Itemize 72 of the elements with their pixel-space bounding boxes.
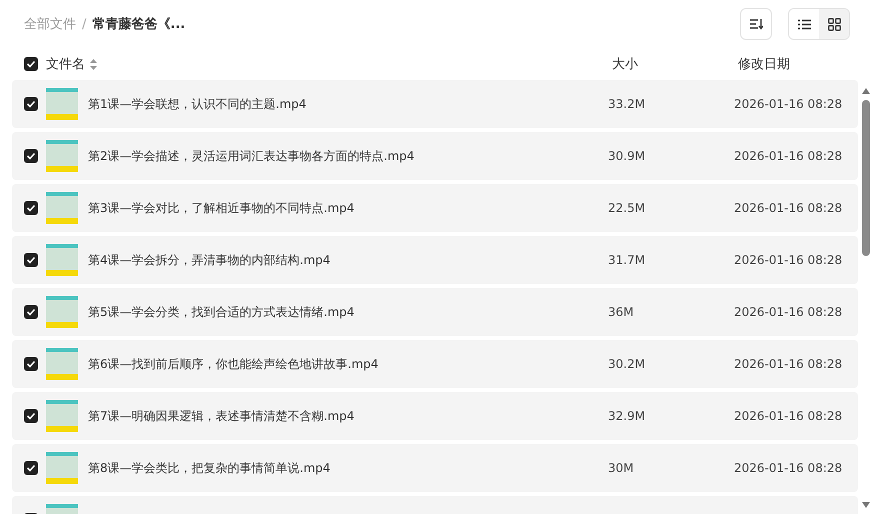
file-row[interactable]: 第3课—学会对比，了解相近事物的不同特点.mp4 22.5M 2026-01-16 08:28 <box>12 184 858 232</box>
checkmark-icon <box>26 464 36 472</box>
column-header[interactable]: 文件名 <box>46 55 85 73</box>
file-name[interactable]: 第1课—学会联想，认识不同的主题.mp4 <box>88 96 608 112</box>
file-name[interactable]: 第7课—明确因果逻辑，表述事情清楚不含糊.mp4 <box>88 408 608 424</box>
video-thumbnail <box>46 452 78 484</box>
file-row[interactable]: 第4课—学会拆分，弄清事物的内部结构.mp4 31.7M 2026-01-16 08:28 <box>12 236 858 284</box>
modified-date: 2026-01-16 08:28 <box>734 305 844 319</box>
modified-date: 2026-01-16 08:28 <box>734 409 844 423</box>
modified-date: 2026-01-16 08:28 <box>734 253 844 267</box>
select-all-checkbox[interactable] <box>24 57 38 71</box>
scroll-up-icon[interactable] <box>862 88 870 94</box>
sort-button[interactable] <box>740 8 772 40</box>
list-icon <box>798 18 810 30</box>
breadcrumb-item: 常青藤爸爸《... <box>92 16 186 33</box>
row-checkbox[interactable] <box>24 253 38 267</box>
row-checkbox[interactable] <box>24 201 38 215</box>
file-name[interactable]: 第8课—学会类比，把复杂的事情简单说.mp4 <box>88 460 608 476</box>
file-row[interactable]: 第7课—明确因果逻辑，表述事情清楚不含糊.mp4 32.9M 2026-01-16 08:28 <box>12 392 858 440</box>
file-size: 30M <box>608 461 635 475</box>
row-checkbox[interactable] <box>24 97 38 111</box>
modified-date: 2026-01-16 08:28 <box>734 97 844 111</box>
column-header[interactable]: 大小 <box>612 55 738 73</box>
file-size: 31.7M <box>608 253 646 267</box>
scrollbar-thumb[interactable] <box>862 100 870 256</box>
checkmark-icon <box>26 360 36 368</box>
checkmark-icon <box>26 100 36 108</box>
file-row[interactable]: 第1课—学会联想，认识不同的主题.mp4 33.2M 2026-01-16 08:28 <box>12 80 858 128</box>
scroll-down-icon[interactable] <box>862 502 870 508</box>
grid-icon <box>828 18 840 30</box>
row-checkbox[interactable] <box>24 409 38 423</box>
row-checkbox[interactable] <box>24 357 38 371</box>
file-name[interactable]: 第6课—找到前后顺序，你也能绘声绘色地讲故事.mp4 <box>88 356 608 372</box>
file-name[interactable]: 第3课—学会对比，了解相近事物的不同特点.mp4 <box>88 200 608 216</box>
file-size: 30.2M <box>608 357 646 371</box>
file-row[interactable]: 第8课—学会类比，把复杂的事情简单说.mp4 30M 2026-01-16 08:28 <box>12 444 858 492</box>
video-thumbnail <box>46 88 78 120</box>
checkmark-icon <box>26 204 36 212</box>
breadcrumb-separator: / <box>82 16 86 32</box>
row-checkbox[interactable] <box>24 461 38 475</box>
file-name[interactable]: 第4课—学会拆分，弄清事物的内部结构.mp4 <box>88 252 608 268</box>
video-thumbnail <box>46 192 78 224</box>
file-row[interactable]: 第5课—学会分类，找到合适的方式表达情绪.mp4 36M 2026-01-16 08:28 <box>12 288 858 336</box>
modified-date: 2026-01-16 08:28 <box>734 149 844 163</box>
row-checkbox[interactable] <box>24 149 38 163</box>
file-size: 33.2M <box>608 97 646 111</box>
file-size: 36M <box>608 305 635 319</box>
file-size: 32.9M <box>608 409 646 423</box>
video-thumbnail <box>46 140 78 172</box>
checkmark-icon <box>26 308 36 316</box>
checkmark-icon <box>26 152 36 160</box>
column-header[interactable]: 修改日期 <box>738 55 874 73</box>
row-checkbox[interactable] <box>24 305 38 319</box>
video-thumbnail <box>46 296 78 328</box>
file-size: 22.5M <box>608 201 646 215</box>
sort-caret-icon[interactable] <box>90 58 97 70</box>
modified-date: 2026-01-16 08:28 <box>734 357 844 371</box>
video-thumbnail <box>46 244 78 276</box>
file-size: 30.9M <box>608 149 646 163</box>
file-row[interactable]: 第2课—学会描述，灵活运用词汇表达事物各方面的特点.mp4 30.9M 2026-01-16 08:28 <box>12 132 858 180</box>
list-view-button[interactable] <box>789 9 819 39</box>
modified-date: 2026-01-16 08:28 <box>734 201 844 215</box>
checkmark-icon <box>26 60 36 68</box>
modified-date: 2026-01-16 08:28 <box>734 461 844 475</box>
video-thumbnail <box>46 400 78 432</box>
file-name[interactable]: 第5课—学会分类，找到合适的方式表达情绪.mp4 <box>88 304 608 320</box>
sort-icon <box>749 18 763 30</box>
checkmark-icon <box>26 256 36 264</box>
file-name[interactable]: 第2课—学会描述，灵活运用词汇表达事物各方面的特点.mp4 <box>88 148 608 164</box>
file-row[interactable]: 第6课—找到前后顺序，你也能绘声绘色地讲故事.mp4 30.2M 2026-01-16 08:28 <box>12 340 858 388</box>
video-thumbnail <box>46 348 78 380</box>
checkmark-icon <box>26 412 36 420</box>
